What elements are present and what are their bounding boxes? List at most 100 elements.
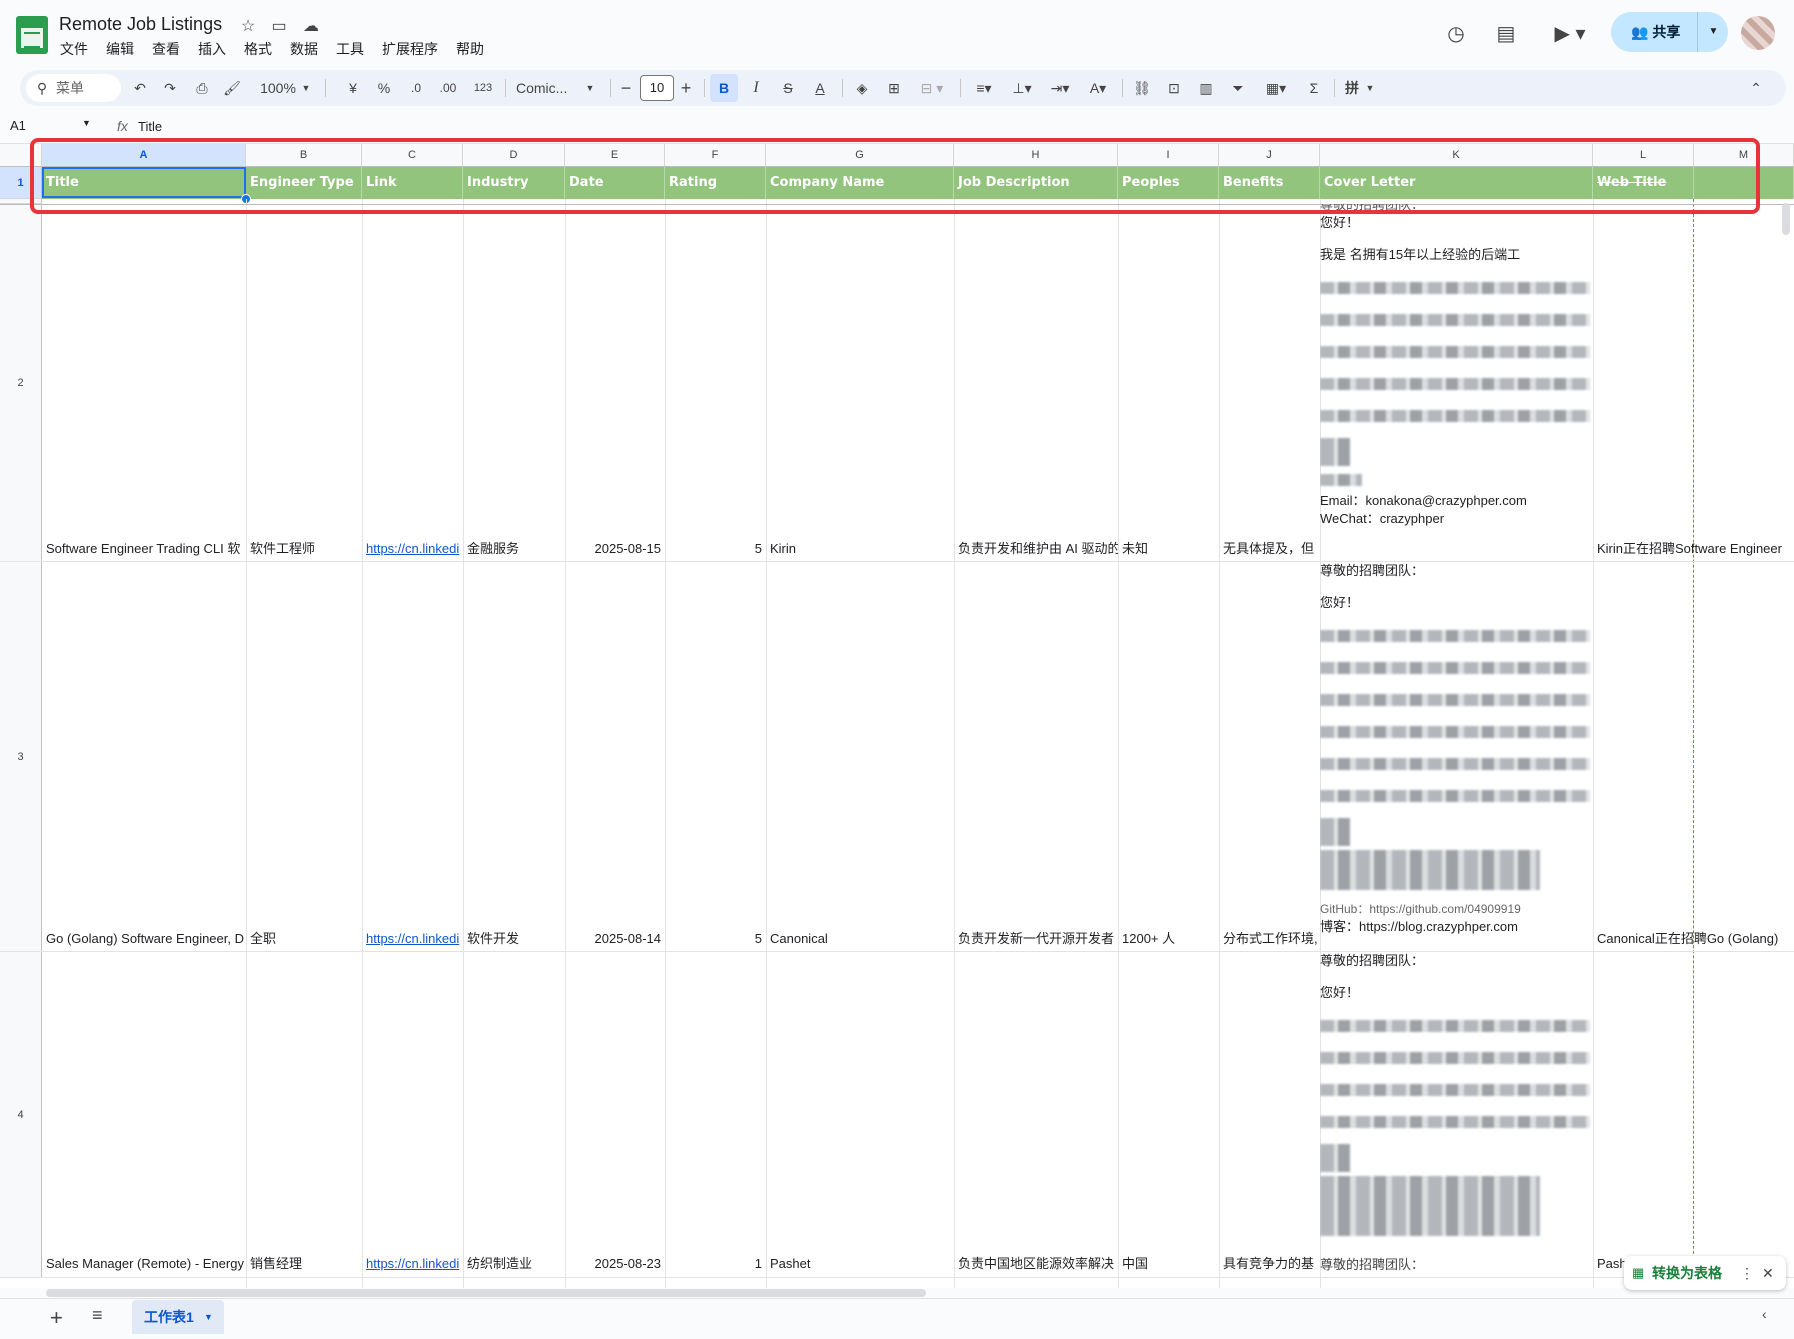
menu-file[interactable]: 文件: [60, 39, 88, 59]
cell-engineer-type[interactable]: 全职: [246, 930, 362, 948]
filter-icon[interactable]: ⏷: [1226, 70, 1250, 106]
decrease-decimal-button[interactable]: .0: [406, 70, 426, 106]
select-all-corner[interactable]: [0, 144, 42, 166]
header-cell-benefits[interactable]: Benefits: [1219, 167, 1320, 199]
name-box[interactable]: A1 ▼: [10, 118, 95, 133]
cell-industry[interactable]: 纺织制造业: [463, 1255, 565, 1273]
decrease-font-size-icon[interactable]: −: [618, 70, 634, 106]
redo-icon[interactable]: ↷: [160, 70, 180, 106]
print-icon[interactable]: ⎙: [192, 70, 212, 106]
cell-peoples[interactable]: 1200+ 人: [1118, 930, 1219, 948]
comments-icon[interactable]: ▤: [1490, 18, 1522, 50]
namebox-dropdown-icon[interactable]: ▼: [82, 118, 91, 128]
text-rotation-icon[interactable]: A▾: [1082, 70, 1114, 106]
font-family-select[interactable]: Comic...: [516, 70, 582, 106]
search-menus-input[interactable]: ⚲ 菜单: [26, 74, 121, 102]
horizontal-scrollbar[interactable]: [46, 1289, 926, 1297]
cell-date[interactable]: 2025-08-15: [565, 540, 665, 558]
row-header-4[interactable]: 4: [0, 952, 42, 1278]
cell-link[interactable]: https://cn.linkedi: [362, 1255, 463, 1273]
cell-date[interactable]: 2025-08-23: [565, 1255, 665, 1273]
cell-web-title[interactable]: Kirin正在招聘Software Engineer: [1593, 540, 1794, 558]
vertical-align-icon[interactable]: ⊥▾: [1006, 70, 1038, 106]
cell-company-name[interactable]: Pashet: [766, 1255, 954, 1273]
document-title[interactable]: Remote Job Listings: [59, 14, 222, 35]
cell-rating[interactable]: 5: [665, 930, 766, 948]
column-header-g[interactable]: G: [766, 144, 954, 166]
convert-to-table-chip[interactable]: ▦ 转换为表格 ⋮ ✕: [1624, 1256, 1786, 1290]
column-header-c[interactable]: C: [362, 144, 463, 166]
strikethrough-button[interactable]: S: [776, 70, 800, 106]
menu-help[interactable]: 帮助: [456, 39, 484, 59]
column-header-a[interactable]: A: [42, 144, 246, 166]
column-header-m[interactable]: M: [1694, 144, 1794, 166]
column-header-h[interactable]: H: [954, 144, 1118, 166]
share-dropdown-icon[interactable]: ▼: [1697, 12, 1729, 52]
cell-date[interactable]: 2025-08-14: [565, 930, 665, 948]
cell-company-name[interactable]: Kirin: [766, 540, 954, 558]
header-cell-web-title[interactable]: Web Title: [1593, 167, 1694, 199]
italic-button[interactable]: I: [744, 70, 768, 106]
menu-edit[interactable]: 编辑: [106, 39, 134, 59]
insert-link-icon[interactable]: ⛓: [1130, 70, 1154, 106]
all-sheets-menu-icon[interactable]: ≡: [92, 1305, 103, 1326]
row-header-3[interactable]: 3: [0, 562, 42, 952]
header-cell-rating[interactable]: Rating: [665, 167, 766, 199]
cell-company-name[interactable]: Canonical: [766, 930, 954, 948]
header-cell-job-description[interactable]: Job Description: [954, 167, 1118, 199]
column-header-f[interactable]: F: [665, 144, 766, 166]
cell-title[interactable]: Software Engineer Trading CLI 软: [42, 540, 246, 558]
row-header-2[interactable]: 2: [0, 204, 42, 562]
cell-title[interactable]: Go (Golang) Software Engineer, D: [42, 930, 246, 948]
cell-benefits[interactable]: 具有竞争力的基: [1219, 1255, 1320, 1273]
cell-industry[interactable]: 软件开发: [463, 930, 565, 948]
user-avatar[interactable]: [1741, 16, 1775, 50]
move-folder-icon[interactable]: ▭: [268, 16, 290, 38]
menu-tools[interactable]: 工具: [336, 39, 364, 59]
header-cell-engineer-type[interactable]: Engineer Type: [246, 167, 362, 199]
zoom-select[interactable]: 100%: [258, 70, 298, 106]
column-header-b[interactable]: B: [246, 144, 362, 166]
cell-rating[interactable]: 1: [665, 1255, 766, 1273]
row-header-1[interactable]: 1: [0, 167, 42, 199]
version-history-icon[interactable]: ◷: [1440, 18, 1472, 50]
cloud-status-icon[interactable]: ☁: [300, 16, 322, 38]
percent-format-button[interactable]: %: [376, 70, 392, 106]
cover-letter-cell-row-3[interactable]: 尊敬的招聘团队： 您好！ GitHub：https://github.com/0…: [1320, 562, 1595, 952]
column-header-i[interactable]: I: [1118, 144, 1219, 166]
close-icon[interactable]: ✕: [1762, 1256, 1774, 1290]
cell-web-title[interactable]: Canonical正在招聘Go (Golang): [1593, 930, 1794, 948]
insert-comment-icon[interactable]: ⊡: [1162, 70, 1186, 106]
cell-rating[interactable]: 5: [665, 540, 766, 558]
column-header-d[interactable]: D: [463, 144, 565, 166]
pinyin-button[interactable]: 拼: [1342, 70, 1362, 106]
more-options-icon[interactable]: ⋮: [1740, 1256, 1754, 1290]
formula-input[interactable]: Title: [138, 119, 162, 134]
menu-insert[interactable]: 插入: [198, 39, 226, 59]
menu-format[interactable]: 格式: [244, 39, 272, 59]
bold-button[interactable]: B: [710, 74, 738, 102]
insert-chart-icon[interactable]: ▥: [1194, 70, 1218, 106]
cell-engineer-type[interactable]: 销售经理: [246, 1255, 362, 1273]
header-cell-link[interactable]: Link: [362, 167, 463, 199]
column-header-k[interactable]: K: [1320, 144, 1593, 166]
cell-link[interactable]: https://cn.linkedi: [362, 540, 463, 558]
sheet-tab-dropdown-icon[interactable]: ▼: [204, 1300, 213, 1334]
column-header-j[interactable]: J: [1219, 144, 1320, 166]
cell-benefits[interactable]: 分布式工作环境,: [1219, 930, 1320, 948]
font-size-input[interactable]: 10: [640, 75, 674, 101]
filter-views-icon[interactable]: ▦▾: [1258, 70, 1294, 106]
cell-industry[interactable]: 金融服务: [463, 540, 565, 558]
increase-font-size-icon[interactable]: +: [678, 70, 694, 106]
undo-icon[interactable]: ↶: [130, 70, 150, 106]
header-cell-cover-letter[interactable]: Cover Letter: [1320, 167, 1593, 199]
currency-format-button[interactable]: ¥: [345, 70, 361, 106]
cell-peoples[interactable]: 中国: [1118, 1255, 1219, 1273]
cell-link[interactable]: https://cn.linkedi: [362, 930, 463, 948]
cell-job-description[interactable]: 负责开发新一代开源开发者: [954, 930, 1118, 948]
meet-video-icon[interactable]: ▶ ▾: [1545, 18, 1595, 50]
add-sheet-icon[interactable]: +: [50, 1305, 63, 1331]
cell-title[interactable]: Sales Manager (Remote) - Energy: [42, 1255, 246, 1273]
font-dropdown-icon[interactable]: ▼: [584, 70, 596, 106]
borders-icon[interactable]: ⊞: [882, 70, 906, 106]
